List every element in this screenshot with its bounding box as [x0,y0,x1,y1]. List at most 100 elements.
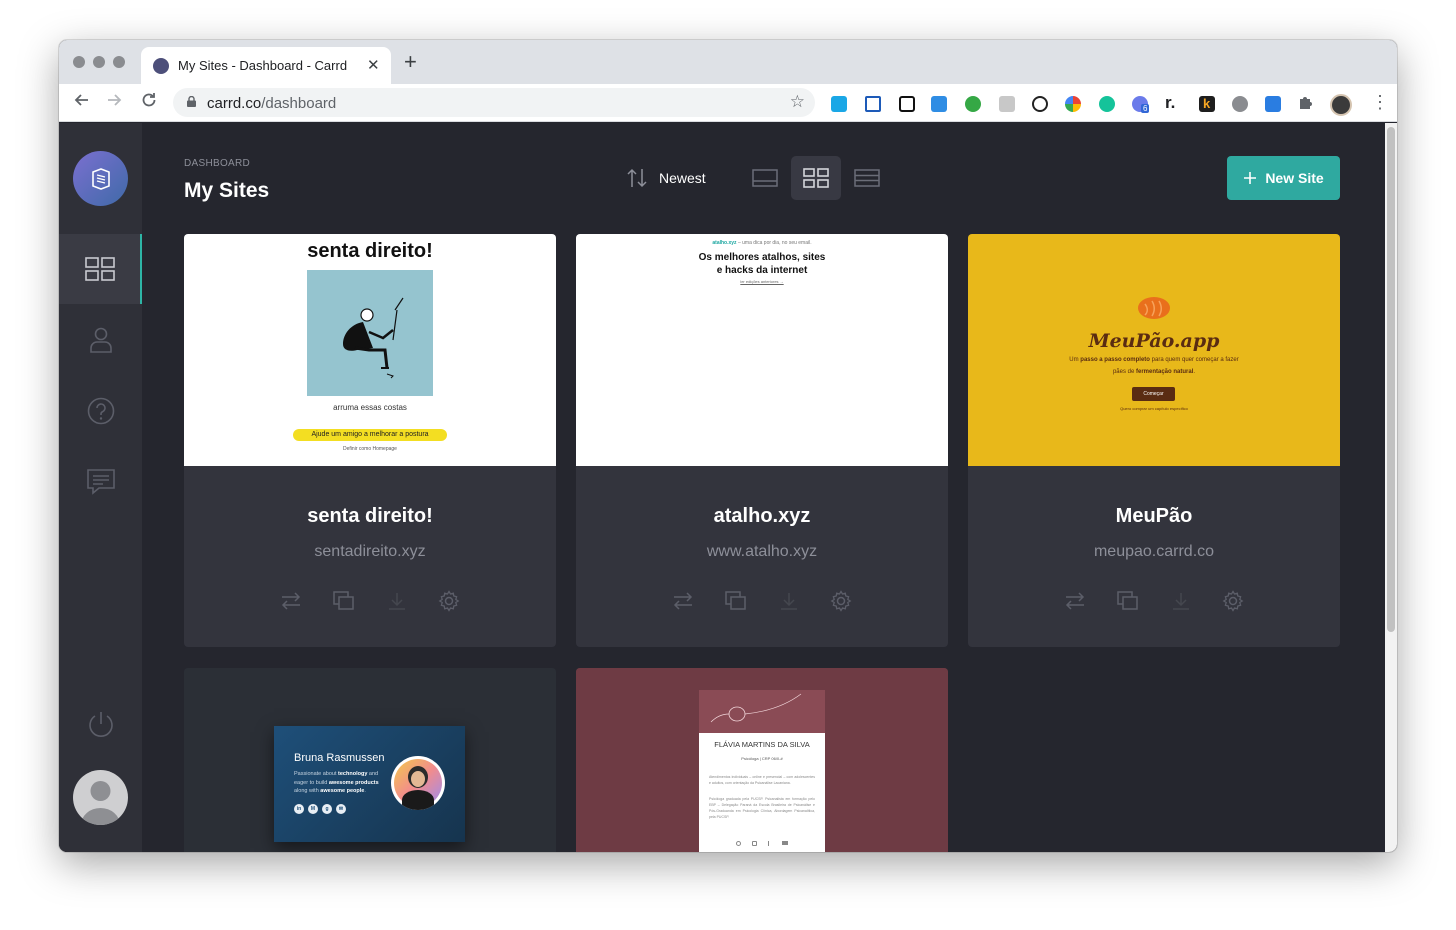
new-tab-button[interactable]: + [404,51,417,73]
preview-share-button: Ajude um amigo a melhorar a postura [293,429,447,441]
transfer-icon[interactable] [672,591,694,611]
preview-brand: MeuPão.app [1088,330,1220,352]
preview-footer: Definir como Homepage [343,446,397,452]
site-card-atalho[interactable]: atalho.xyz – uma dica por dia, no seu em… [576,234,948,647]
record-extension-icon[interactable] [1232,96,1248,112]
settings-gear-icon[interactable] [1222,590,1244,612]
profile-page: FLÁVIA MARTINS DA SILVA Psicóloga | CRP … [699,690,825,852]
email-icon [782,841,788,845]
password-manager-icon[interactable] [1032,96,1048,112]
lock-icon [187,96,196,107]
site-card-meupao[interactable]: MeuPão.app Um passo a passo completo par… [968,234,1340,647]
page-title: My Sites [184,179,270,202]
keepa-icon[interactable]: k [1199,96,1215,112]
sidebar-item-account[interactable] [59,305,142,375]
carrd-app: DASHBOARD My Sites Newest New Site senta… [59,123,1397,852]
extension-icon-1[interactable] [831,96,847,112]
site-preview[interactable]: senta direito! arruma essas costas Ajude… [184,234,556,466]
settings-gear-icon[interactable] [438,590,460,612]
bitwarden-icon[interactable] [1265,96,1281,112]
share-extension-icon[interactable] [931,96,947,112]
settings-gear-icon[interactable] [830,590,852,612]
carrd-logo-icon[interactable] [73,151,128,206]
transfer-icon[interactable] [1064,591,1086,611]
whatsapp-icon [736,841,741,846]
grammarly-icon[interactable] [1099,96,1115,112]
address-bar[interactable]: carrd.co/dashboard ☆ [173,88,815,117]
browser-toolbar: carrd.co/dashboard ☆ 6 r. k ⋮ [59,84,1397,122]
view-grid-button[interactable] [791,156,841,200]
site-name[interactable]: atalho.xyz [576,505,948,528]
tab-close-icon[interactable]: ✕ [367,56,380,74]
forward-arrow-icon[interactable] [107,92,123,113]
site-url[interactable]: meupao.carrd.co [968,543,1340,561]
readwise-icon[interactable]: r. [1165,93,1175,113]
extension-icon-2[interactable] [865,96,881,112]
preview-paragraph-2: Psicóloga graduada pela PUCSP. Psicanali… [709,797,815,819]
maximize-window-button[interactable] [113,56,125,68]
download-icon[interactable] [1171,591,1191,611]
site-preview[interactable]: atalho.xyz – uma dica por dia, no seu em… [576,234,948,466]
scrollbar-thumb[interactable] [1387,127,1395,632]
breadcrumb: DASHBOARD [184,158,251,169]
extensions-puzzle-icon[interactable] [1297,93,1315,116]
sidebar [59,123,142,852]
color-picker-icon[interactable] [1065,96,1081,112]
preview-caption: arruma essas costas [333,403,407,412]
site-card-senta-direito[interactable]: senta direito! arruma essas costas Ajude… [184,234,556,647]
preview-tagline: atalho.xyz – uma dica por dia, no seu em… [712,240,812,246]
back-arrow-icon[interactable] [73,92,89,113]
site-card-bruna[interactable]: Bruna Rasmussen Passionate about technol… [184,668,556,852]
site-preview[interactable]: MeuPão.app Um passo a passo completo par… [968,234,1340,466]
bookmark-star-icon[interactable]: ☆ [790,92,805,112]
medium-icon: M [308,804,318,814]
user-icon [89,327,112,353]
site-preview[interactable]: FLÁVIA MARTINS DA SILVA Psicóloga | CRP … [576,668,948,852]
notion-icon[interactable] [899,96,915,112]
new-site-button[interactable]: New Site [1227,156,1340,200]
browser-window: My Sites - Dashboard - Carrd ✕ + carrd.c… [59,40,1397,852]
evernote-icon[interactable] [965,96,981,112]
preview-heading: Os melhores atalhos, sites e hacks da in… [698,252,826,276]
close-window-button[interactable] [73,56,85,68]
extension-badge-icon[interactable]: 6 [1132,96,1150,113]
download-icon[interactable] [779,591,799,611]
site-name[interactable]: senta direito! [184,505,556,528]
sort-selector[interactable]: Newest [627,167,706,189]
browser-tab-active[interactable]: My Sites - Dashboard - Carrd ✕ [141,47,391,84]
sidebar-item-dashboard[interactable] [59,234,142,304]
view-list-large-button[interactable] [740,156,790,200]
duplicate-icon[interactable] [333,591,355,611]
view-list-compact-button[interactable] [842,156,892,200]
reload-icon[interactable] [141,92,157,113]
help-icon [87,397,114,425]
site-url[interactable]: sentadireito.xyz [184,543,556,561]
power-icon [88,712,113,737]
facebook-icon [768,841,771,846]
preview-bio: Passionate about technology and eager to… [294,771,379,794]
header-illustration [699,690,825,733]
sidebar-item-logout[interactable] [59,689,142,759]
site-name[interactable]: MeuPão [968,505,1340,528]
carrd-favicon-icon [153,58,169,74]
site-preview[interactable]: Bruna Rasmussen Passionate about technol… [184,668,556,852]
plus-icon [1244,172,1257,184]
extension-icon-m[interactable] [999,96,1015,112]
transfer-icon[interactable] [280,591,302,611]
sidebar-item-help[interactable] [59,376,142,446]
user-avatar[interactable] [73,770,128,825]
sidebar-item-feedback[interactable] [59,447,142,517]
site-url[interactable]: www.atalho.xyz [576,543,948,561]
view-grid-icon [803,168,829,188]
profile-avatar[interactable] [1330,94,1352,116]
preview-name: Bruna Rasmussen [294,752,385,764]
duplicate-icon[interactable] [725,591,747,611]
preview-subtitle: Psicóloga | CRP 06/0-# [741,756,783,761]
download-icon[interactable] [387,591,407,611]
page-scrollbar[interactable] [1385,123,1397,852]
duplicate-icon[interactable] [1117,591,1139,611]
minimize-window-button[interactable] [93,56,105,68]
profile-photo [391,756,445,810]
site-card-flavia[interactable]: FLÁVIA MARTINS DA SILVA Psicóloga | CRP … [576,668,948,852]
chrome-menu-icon[interactable]: ⋮ [1371,92,1389,113]
